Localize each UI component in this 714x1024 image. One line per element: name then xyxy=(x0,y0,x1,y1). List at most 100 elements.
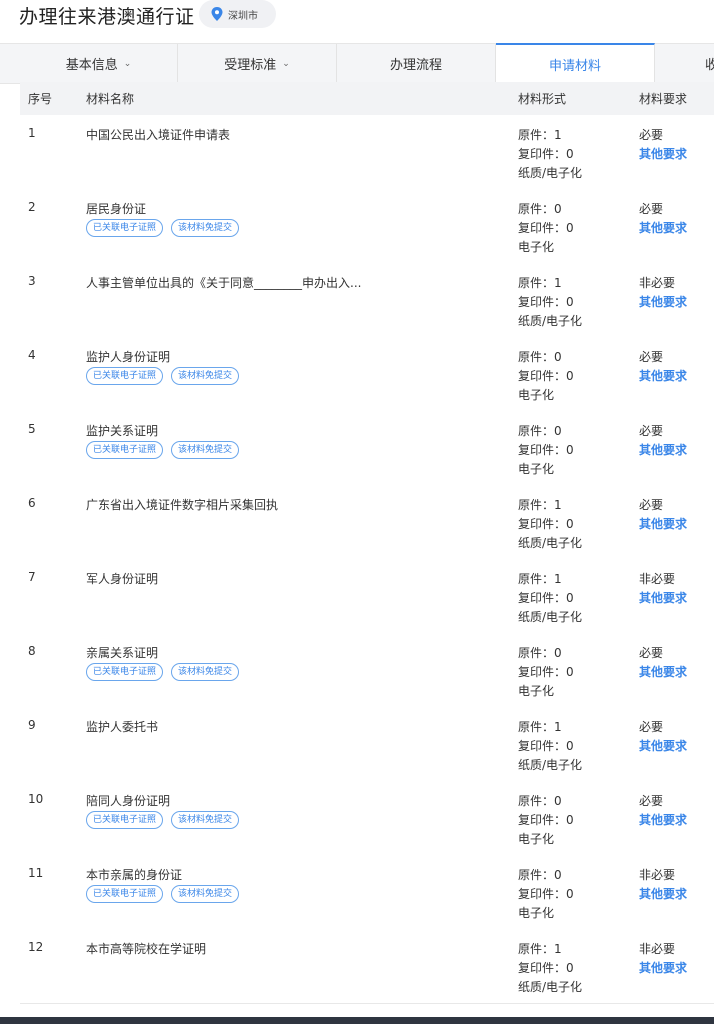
material-medium: 纸质/电子化 xyxy=(518,166,583,180)
header-requirement: 材料要求 xyxy=(639,92,688,106)
material-requirement: 非必要 其他要求 xyxy=(639,940,687,978)
linked-license-badge[interactable]: 已关联电子证照 xyxy=(86,885,164,903)
chevron-down-icon: ⌄ xyxy=(123,58,132,69)
copy-count: 复印件：0 xyxy=(518,369,574,383)
other-requirements-link[interactable]: 其他要求 xyxy=(639,589,687,608)
material-badges: 已关联电子证照 该材料免提交 xyxy=(86,663,240,681)
location-pin-icon xyxy=(211,7,223,21)
other-requirements-link[interactable]: 其他要求 xyxy=(639,367,687,386)
necessity-label: 必要 xyxy=(639,498,664,512)
page-title: 办理往来港澳通行证 xyxy=(19,6,195,28)
original-count: 原件：0 xyxy=(518,868,562,882)
material-badges: 已关联电子证照 该材料免提交 xyxy=(86,811,240,829)
header-form: 材料形式 xyxy=(518,92,567,106)
row-seq: 12 xyxy=(28,940,44,954)
header-seq: 序号 xyxy=(28,92,53,106)
material-requirement: 必要 其他要求 xyxy=(639,718,687,756)
other-requirements-link[interactable]: 其他要求 xyxy=(639,885,687,904)
tab-label: 基本信息 xyxy=(65,58,118,73)
material-medium: 电子化 xyxy=(518,832,555,846)
original-count: 原件：0 xyxy=(518,794,562,808)
material-name: 监护关系证明 xyxy=(86,424,159,438)
table-row: 10 陪同人身份证明 已关联电子证照 该材料免提交 原件：0 复印件：0 电子化 必要 其他要求 xyxy=(20,781,714,856)
tab-basic-info[interactable]: 基本信息 ⌄ xyxy=(20,44,178,83)
table-row: 4 监护人身份证明 已关联电子证照 该材料免提交 原件：0 复印件：0 电子化 必要 其他要求 xyxy=(20,337,714,412)
original-count: 原件：1 xyxy=(518,572,562,586)
tab-fees[interactable]: 收 xyxy=(655,44,714,83)
table-row: 8 亲属关系证明 已关联电子证照 该材料免提交 原件：0 复印件：0 电子化 必要 其他要求 xyxy=(20,633,714,708)
tab-acceptance-criteria[interactable]: 受理标准 ⌄ xyxy=(178,44,337,83)
material-form: 原件：0 复印件：0 电子化 xyxy=(518,792,574,849)
material-medium: 电子化 xyxy=(518,906,555,920)
row-seq: 5 xyxy=(28,422,36,436)
other-requirements-link[interactable]: 其他要求 xyxy=(639,737,687,756)
table-row: 12 本市高等院校在学证明 原件：1 复印件：0 纸质/电子化 非必要 其他要求 xyxy=(20,929,714,1004)
exempt-badge[interactable]: 该材料免提交 xyxy=(171,219,240,237)
material-requirement: 必要 其他要求 xyxy=(639,200,687,238)
copy-count: 复印件：0 xyxy=(518,147,574,161)
table-row: 7 军人身份证明 原件：1 复印件：0 纸质/电子化 非必要 其他要求 xyxy=(20,559,714,634)
material-medium: 纸质/电子化 xyxy=(518,536,583,550)
other-requirements-link[interactable]: 其他要求 xyxy=(639,959,687,978)
tab-process[interactable]: 办理流程 xyxy=(337,44,496,83)
original-count: 原件：0 xyxy=(518,424,562,438)
row-seq: 10 xyxy=(28,792,44,806)
other-requirements-link[interactable]: 其他要求 xyxy=(639,293,687,312)
original-count: 原件：0 xyxy=(518,202,562,216)
exempt-badge[interactable]: 该材料免提交 xyxy=(171,663,240,681)
linked-license-badge[interactable]: 已关联电子证照 xyxy=(86,663,164,681)
material-name: 居民身份证 xyxy=(86,202,147,216)
material-medium: 纸质/电子化 xyxy=(518,610,583,624)
other-requirements-link[interactable]: 其他要求 xyxy=(639,515,687,534)
table-row: 5 监护关系证明 已关联电子证照 该材料免提交 原件：0 复印件：0 电子化 必要 其他要求 xyxy=(20,411,714,486)
copy-count: 复印件：0 xyxy=(518,517,574,531)
other-requirements-link[interactable]: 其他要求 xyxy=(639,811,687,830)
linked-license-badge[interactable]: 已关联电子证照 xyxy=(86,219,164,237)
necessity-label: 非必要 xyxy=(639,276,676,290)
row-seq: 8 xyxy=(28,644,36,658)
material-form: 原件：1 复印件：0 纸质/电子化 xyxy=(518,570,582,627)
exempt-badge[interactable]: 该材料免提交 xyxy=(171,367,240,385)
linked-license-badge[interactable]: 已关联电子证照 xyxy=(86,441,164,459)
original-count: 原件：1 xyxy=(518,128,562,142)
material-medium: 电子化 xyxy=(518,388,555,402)
material-form: 原件：1 复印件：0 纸质/电子化 xyxy=(518,126,582,183)
material-form: 原件：0 复印件：0 电子化 xyxy=(518,200,574,257)
necessity-label: 必要 xyxy=(639,424,664,438)
material-name: 军人身份证明 xyxy=(86,572,159,586)
other-requirements-link[interactable]: 其他要求 xyxy=(639,441,687,460)
row-seq: 4 xyxy=(28,348,36,362)
copy-count: 复印件：0 xyxy=(518,739,574,753)
location-selector[interactable]: 深圳市 xyxy=(199,0,276,28)
exempt-badge[interactable]: 该材料免提交 xyxy=(171,885,240,903)
other-requirements-link[interactable]: 其他要求 xyxy=(639,219,687,238)
material-medium: 纸质/电子化 xyxy=(518,314,583,328)
material-name: 广东省出入境证件数字相片采集回执 xyxy=(86,498,279,512)
row-seq: 7 xyxy=(28,570,36,584)
tab-application-materials[interactable]: 申请材料 xyxy=(496,43,655,83)
necessity-label: 非必要 xyxy=(639,942,676,956)
material-form: 原件：1 复印件：0 纸质/电子化 xyxy=(518,274,582,331)
table-row: 1 中国公民出入境证件申请表 原件：1 复印件：0 纸质/电子化 必要 其他要求 xyxy=(20,115,714,190)
linked-license-badge[interactable]: 已关联电子证照 xyxy=(86,811,164,829)
other-requirements-link[interactable]: 其他要求 xyxy=(639,663,687,682)
exempt-badge[interactable]: 该材料免提交 xyxy=(171,441,240,459)
other-requirements-link[interactable]: 其他要求 xyxy=(639,145,687,164)
tab-label: 收 xyxy=(705,58,714,73)
linked-license-badge[interactable]: 已关联电子证照 xyxy=(86,367,164,385)
necessity-label: 必要 xyxy=(639,128,664,142)
materials-table: 序号 材料名称 材料形式 材料要求 1 中国公民出入境证件申请表 原件：1 复印件：0… xyxy=(20,82,714,1004)
table-row: 3 人事主管单位出具的《关于同意________申办出入... 原件：1 复印件：0 纸… xyxy=(20,263,714,338)
original-count: 原件：0 xyxy=(518,646,562,660)
material-requirement: 非必要 其他要求 xyxy=(639,866,687,904)
material-medium: 纸质/电子化 xyxy=(518,980,583,994)
material-name: 中国公民出入境证件申请表 xyxy=(86,128,231,142)
copy-count: 复印件：0 xyxy=(518,665,574,679)
chevron-down-icon: ⌄ xyxy=(282,58,290,69)
material-medium: 电子化 xyxy=(518,462,555,476)
tab-label: 受理标准 xyxy=(224,58,277,73)
original-count: 原件：0 xyxy=(518,350,562,364)
exempt-badge[interactable]: 该材料免提交 xyxy=(171,811,240,829)
original-count: 原件：1 xyxy=(518,942,562,956)
table-row: 9 监护人委托书 原件：1 复印件：0 纸质/电子化 必要 其他要求 xyxy=(20,707,714,782)
